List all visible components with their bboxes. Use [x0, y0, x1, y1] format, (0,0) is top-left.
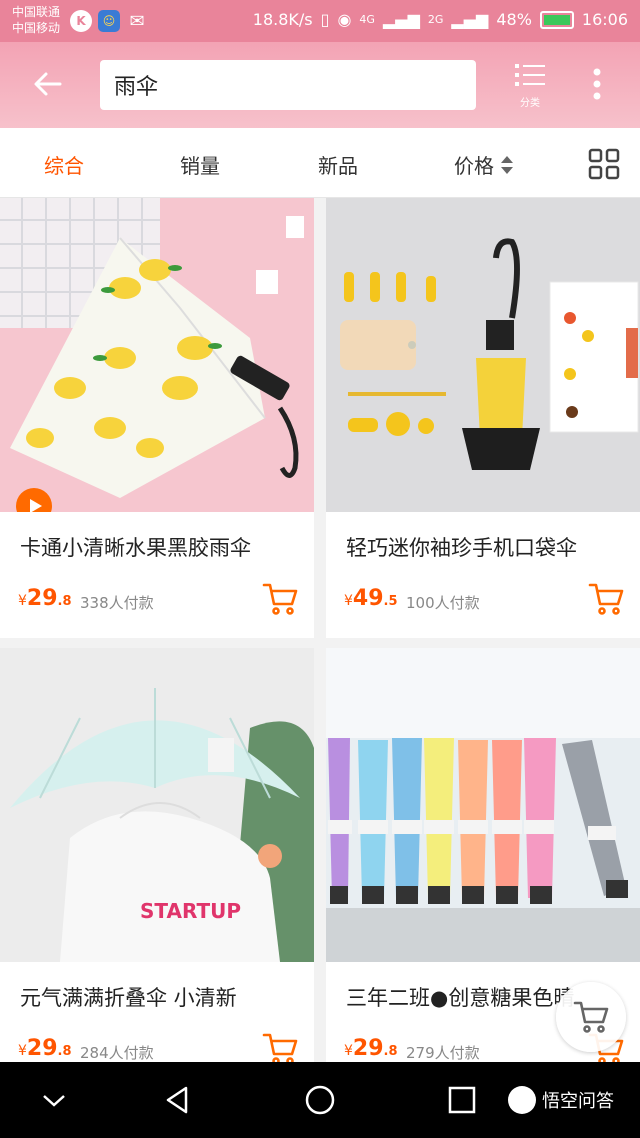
search-input[interactable]: 雨伞: [100, 60, 476, 110]
wechat-icon: ✉: [129, 10, 145, 32]
sort-tab-sales[interactable]: 销量: [180, 150, 220, 179]
wukong-logo-icon: [508, 1086, 536, 1114]
add-to-cart-icon[interactable]: [262, 582, 298, 616]
search-query: 雨伞: [114, 75, 159, 100]
sort-tab-comprehensive[interactable]: 综合: [44, 150, 84, 179]
product-title[interactable]: 轻巧迷你袖珍手机口袋伞: [346, 532, 636, 562]
price-integer: 49: [352, 586, 384, 611]
signal-2g: 2G: [427, 13, 444, 26]
category-label: 分类: [520, 98, 540, 109]
sold-count: 284人付款: [80, 1044, 154, 1062]
list-icon: [515, 64, 545, 86]
currency-symbol: ¥: [18, 593, 27, 609]
product-card[interactable]: STARTUP 元气满满折叠伞 小清新 ¥29.8 284人付款: [0, 648, 314, 1065]
more-menu-icon[interactable]: [582, 64, 612, 104]
system-nav-bar: 悟空问答: [0, 1062, 640, 1138]
sort-price-label: 价格: [454, 154, 494, 178]
back-arrow-icon[interactable]: [30, 66, 66, 102]
carrier-info: 中国联通 中国移动: [12, 4, 60, 36]
clock: 16:06: [581, 10, 628, 29]
price-decimal: .8: [383, 1044, 398, 1059]
add-to-cart-icon[interactable]: [262, 1032, 298, 1066]
hide-nav-chevron-down-icon[interactable]: [36, 1082, 72, 1118]
battery-percent: 48%: [496, 10, 532, 29]
sold-count: 100人付款: [406, 594, 480, 612]
sold-count: 338人付款: [80, 594, 154, 612]
status-bar: 中国联通 中国移动 K ☺ ✉ 18.8K/s ▯ ◉ 4G ▂▄▆ 2G ▂▄…: [0, 0, 640, 42]
price-decimal: .5: [383, 594, 398, 609]
product-image-mint-umbrella[interactable]: STARTUP: [0, 648, 314, 962]
search-header: 雨伞 分类: [0, 42, 640, 128]
eye-icon: ◉: [337, 10, 352, 29]
add-to-cart-icon[interactable]: [588, 582, 624, 616]
floating-cart-button[interactable]: [556, 982, 626, 1052]
product-image-mini-umbrella[interactable]: [326, 198, 640, 512]
notification-icons: K ☺ ✉: [70, 10, 148, 32]
product-card[interactable]: 卡通小清晰水果黑胶雨伞 ¥29.8 338人付款: [0, 198, 314, 638]
product-price: ¥29.8: [18, 1036, 72, 1061]
signal-bars-icon-2: ▂▄▆: [451, 10, 489, 29]
product-price: ¥29.8: [18, 586, 72, 611]
svg-text:STARTUP: STARTUP: [140, 899, 241, 923]
battery-icon: [539, 10, 574, 29]
watermark: 悟空问答: [508, 1086, 614, 1114]
k-app-icon: K: [70, 10, 92, 32]
price-integer: 29: [26, 1036, 58, 1061]
app-notification-icon: ☺: [98, 10, 120, 32]
product-image-candy-umbrellas[interactable]: [326, 648, 640, 962]
network-speed: 18.8K/s: [252, 10, 313, 29]
nav-back-triangle-icon[interactable]: [160, 1082, 196, 1118]
currency-symbol: ¥: [344, 593, 353, 609]
watermark-text: 悟空问答: [542, 1091, 614, 1112]
carrier-2: 中国移动: [12, 21, 61, 35]
grid-view-icon[interactable]: [588, 148, 620, 180]
nav-recents-square-icon[interactable]: [444, 1082, 480, 1118]
status-indicators: 18.8K/s ▯ ◉ 4G ▂▄▆ 2G ▂▄▆ 48% 16:06: [253, 10, 628, 29]
product-image-lemon-umbrella[interactable]: [0, 198, 314, 512]
sort-arrows-icon: [501, 155, 513, 174]
carrier-1: 中国联通: [12, 5, 61, 19]
sort-bar: 综合 销量 新品 价格: [0, 128, 640, 198]
video-play-icon[interactable]: [16, 488, 52, 512]
product-card[interactable]: 轻巧迷你袖珍手机口袋伞 ¥49.5 100人付款: [326, 198, 640, 638]
price-integer: 29: [26, 586, 58, 611]
signal-4g: 4G: [359, 13, 375, 26]
price-decimal: .8: [57, 594, 72, 609]
sold-count: 279人付款: [406, 1044, 480, 1062]
vibrate-icon: ▯: [320, 10, 330, 29]
product-title[interactable]: 卡通小清晰水果黑胶雨伞: [20, 532, 310, 562]
sort-tab-new[interactable]: 新品: [318, 150, 358, 179]
category-button[interactable]: 分类: [510, 62, 550, 112]
price-integer: 29: [352, 1036, 384, 1061]
price-decimal: .8: [57, 1044, 72, 1059]
currency-symbol: ¥: [344, 1043, 353, 1059]
sort-tab-price[interactable]: 价格: [454, 150, 514, 179]
product-title[interactable]: 元气满满折叠伞 小清新: [20, 982, 310, 1012]
cart-icon: [573, 1001, 609, 1033]
currency-symbol: ¥: [18, 1043, 27, 1059]
signal-bars-icon: ▂▄▆: [382, 10, 420, 29]
nav-home-circle-icon[interactable]: [302, 1082, 338, 1118]
product-price: ¥49.5: [344, 586, 398, 611]
product-price: ¥29.8: [344, 1036, 398, 1061]
